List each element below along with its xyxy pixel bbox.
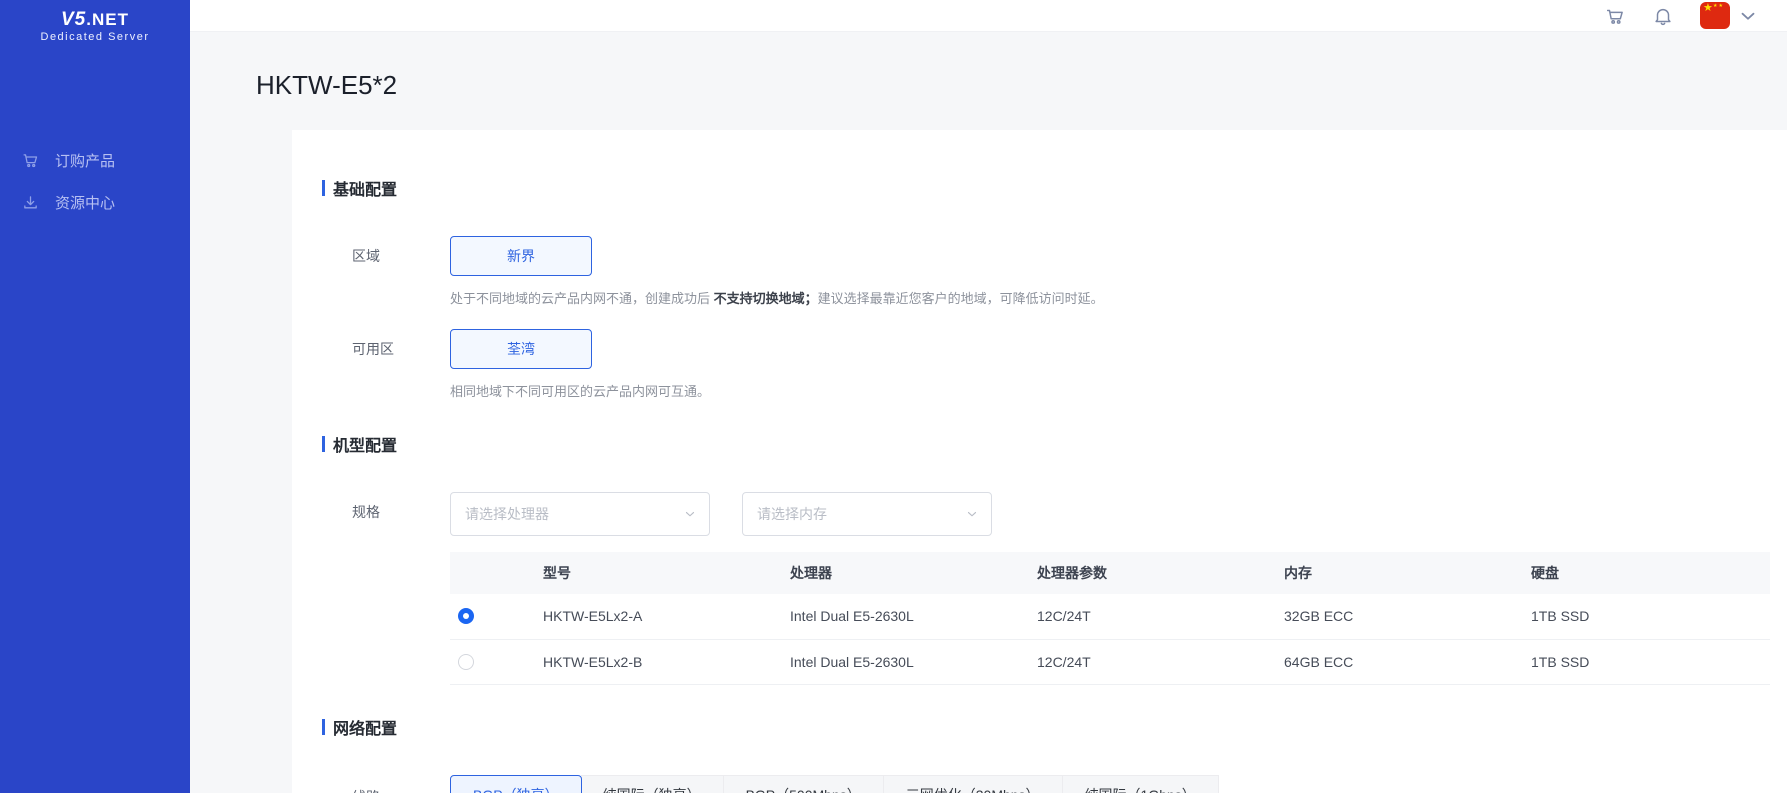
cell-cpu: Intel Dual E5-2630L [790, 653, 914, 670]
flag-star-icon: ★ [1703, 2, 1713, 14]
cell-cpu-params: 12C/24T [1037, 653, 1091, 670]
line-label: 线路 [322, 775, 450, 793]
radio-selected[interactable] [458, 608, 474, 625]
section-network-config: 网络配置 [322, 715, 1767, 739]
form-row-region: 区域 新界 处于不同地域的云产品内网不通，创建成功后 不支持切换地域；建议选择最… [322, 236, 1767, 307]
section-machine-config: 机型配置 [322, 432, 1767, 456]
table-header-row: 型号 处理器 处理器参数 内存 硬盘 [450, 552, 1770, 594]
table-row-model-b[interactable]: HKTW-E5Lx2-B Intel Dual E5-2630L 12C/24T… [450, 639, 1770, 684]
line-option-bgp-500mbps[interactable]: BGP（500Mbps） [723, 774, 884, 793]
cell-disk: 1TB SSD [1531, 608, 1590, 625]
config-card: 基础配置 区域 新界 处于不同地域的云产品内网不通，创建成功后 不支持切换地域；… [292, 130, 1787, 793]
sidebar-item-resource-center[interactable]: 资源中心 [0, 181, 190, 223]
zone-label: 可用区 [352, 341, 394, 357]
cell-memory: 32GB ECC [1284, 608, 1354, 625]
cell-disk: 1TB SSD [1531, 653, 1590, 670]
cart-icon[interactable] [1604, 5, 1626, 27]
region-help-text: 处于不同地域的云产品内网不通，创建成功后 不支持切换地域；建议选择最靠近您客户的… [450, 288, 1767, 307]
bell-icon[interactable] [1652, 5, 1674, 27]
avatar-flag[interactable]: ★ ★★ [1700, 2, 1730, 29]
cell-cpu: Intel Dual E5-2630L [790, 608, 914, 625]
line-option-triple-net-30mbps[interactable]: 三网优化（30Mbps） [883, 774, 1063, 793]
section-accent-bar [322, 180, 325, 196]
spec-label: 规格 [352, 504, 380, 520]
help-bold: 不支持切换地域； [713, 291, 818, 306]
zone-option-button[interactable]: 荃湾 [450, 329, 592, 369]
radio-unselected[interactable] [458, 653, 474, 670]
form-row-line: 线路 BGP（独享） 纯国际（独享） BGP（500Mbps） 三网优化（30M… [322, 774, 1767, 793]
memory-select-placeholder: 请选择内存 [757, 506, 827, 522]
line-option-group: BGP（独享） 纯国际（独享） BGP（500Mbps） 三网优化（30Mbps… [450, 774, 1767, 793]
section-accent-bar [322, 718, 325, 735]
column-header-model: 型号 [543, 565, 571, 581]
cell-model: HKTW-E5Lx2-A [543, 608, 643, 625]
logo: V5.NET Dedicated Server [0, 0, 190, 43]
column-header-cpu-params: 处理器参数 [1037, 565, 1107, 581]
logo-title: V5.NET [0, 9, 190, 31]
section-title-text: 网络配置 [333, 720, 398, 738]
model-table: 型号 处理器 处理器参数 内存 硬盘 HKTW-E5Lx2-A Intel Du… [450, 552, 1770, 685]
sidebar-item-order-products[interactable]: 订购产品 [0, 139, 190, 181]
sidebar-nav: 订购产品 资源中心 [0, 139, 190, 223]
logo-v5: V5 [61, 9, 87, 30]
chevron-down-icon [685, 511, 695, 517]
line-option-bgp-dedicated[interactable]: BGP（独享） [450, 774, 582, 793]
form-row-zone: 可用区 荃湾 相同地域下不同可用区的云产品内网可互通。 [322, 329, 1767, 400]
cell-model: HKTW-E5Lx2-B [543, 653, 643, 670]
page-title: HKTW-E5*2 [256, 70, 398, 100]
section-title-text: 基础配置 [333, 182, 398, 199]
section-accent-bar [322, 436, 325, 452]
user-menu[interactable]: ★ ★★ [1700, 2, 1759, 29]
cell-memory: 64GB ECC [1284, 653, 1354, 670]
line-option-intl-dedicated[interactable]: 纯国际（独享） [580, 774, 724, 793]
chevron-down-icon [967, 511, 977, 517]
help-prefix: 处于不同地域的云产品内网不通，创建成功后 [450, 291, 714, 306]
flag-small-stars-icon: ★★ [1713, 3, 1724, 9]
chevron-down-icon[interactable] [1737, 5, 1759, 27]
sidebar: V5.NET Dedicated Server 订购产品 资源中心 [0, 0, 190, 793]
column-header-cpu: 处理器 [790, 565, 832, 581]
region-label: 区域 [352, 248, 380, 264]
form-row-spec: 规格 请选择处理器 请选择内存 型号 处理器 处理器参数 内存 硬盘 HKTW-… [322, 492, 1770, 685]
section-basic-config: 基础配置 [322, 176, 1767, 200]
cart-icon [23, 153, 38, 167]
main-content: HKTW-E5*2 基础配置 区域 新界 处于不同地域的云产品内网不通，创建成功… [190, 32, 1787, 793]
line-option-intl-1gbps[interactable]: 纯国际（1Gbps） [1062, 774, 1219, 793]
zone-help-text: 相同地域下不同可用区的云产品内网可互通。 [450, 384, 711, 399]
table-row-model-a[interactable]: HKTW-E5Lx2-A Intel Dual E5-2630L 12C/24T… [450, 594, 1770, 639]
radio-column-header [450, 552, 535, 594]
help-suffix: 建议选择最靠近您客户的地域，可降低访问时延。 [817, 291, 1104, 306]
logo-net: .NET [86, 10, 129, 29]
column-header-memory: 内存 [1284, 565, 1312, 581]
memory-select[interactable]: 请选择内存 [742, 492, 992, 536]
cell-cpu-params: 12C/24T [1037, 608, 1091, 625]
topbar: ★ ★★ [190, 0, 1787, 32]
sidebar-item-label: 资源中心 [55, 194, 116, 212]
sidebar-item-label: 订购产品 [55, 152, 116, 170]
cpu-select[interactable]: 请选择处理器 [450, 492, 710, 536]
region-option-button[interactable]: 新界 [450, 236, 592, 276]
column-header-disk: 硬盘 [1531, 565, 1559, 581]
section-title-text: 机型配置 [333, 438, 398, 455]
logo-subtitle: Dedicated Server [40, 31, 150, 43]
download-icon [24, 195, 37, 208]
cpu-select-placeholder: 请选择处理器 [465, 506, 549, 522]
